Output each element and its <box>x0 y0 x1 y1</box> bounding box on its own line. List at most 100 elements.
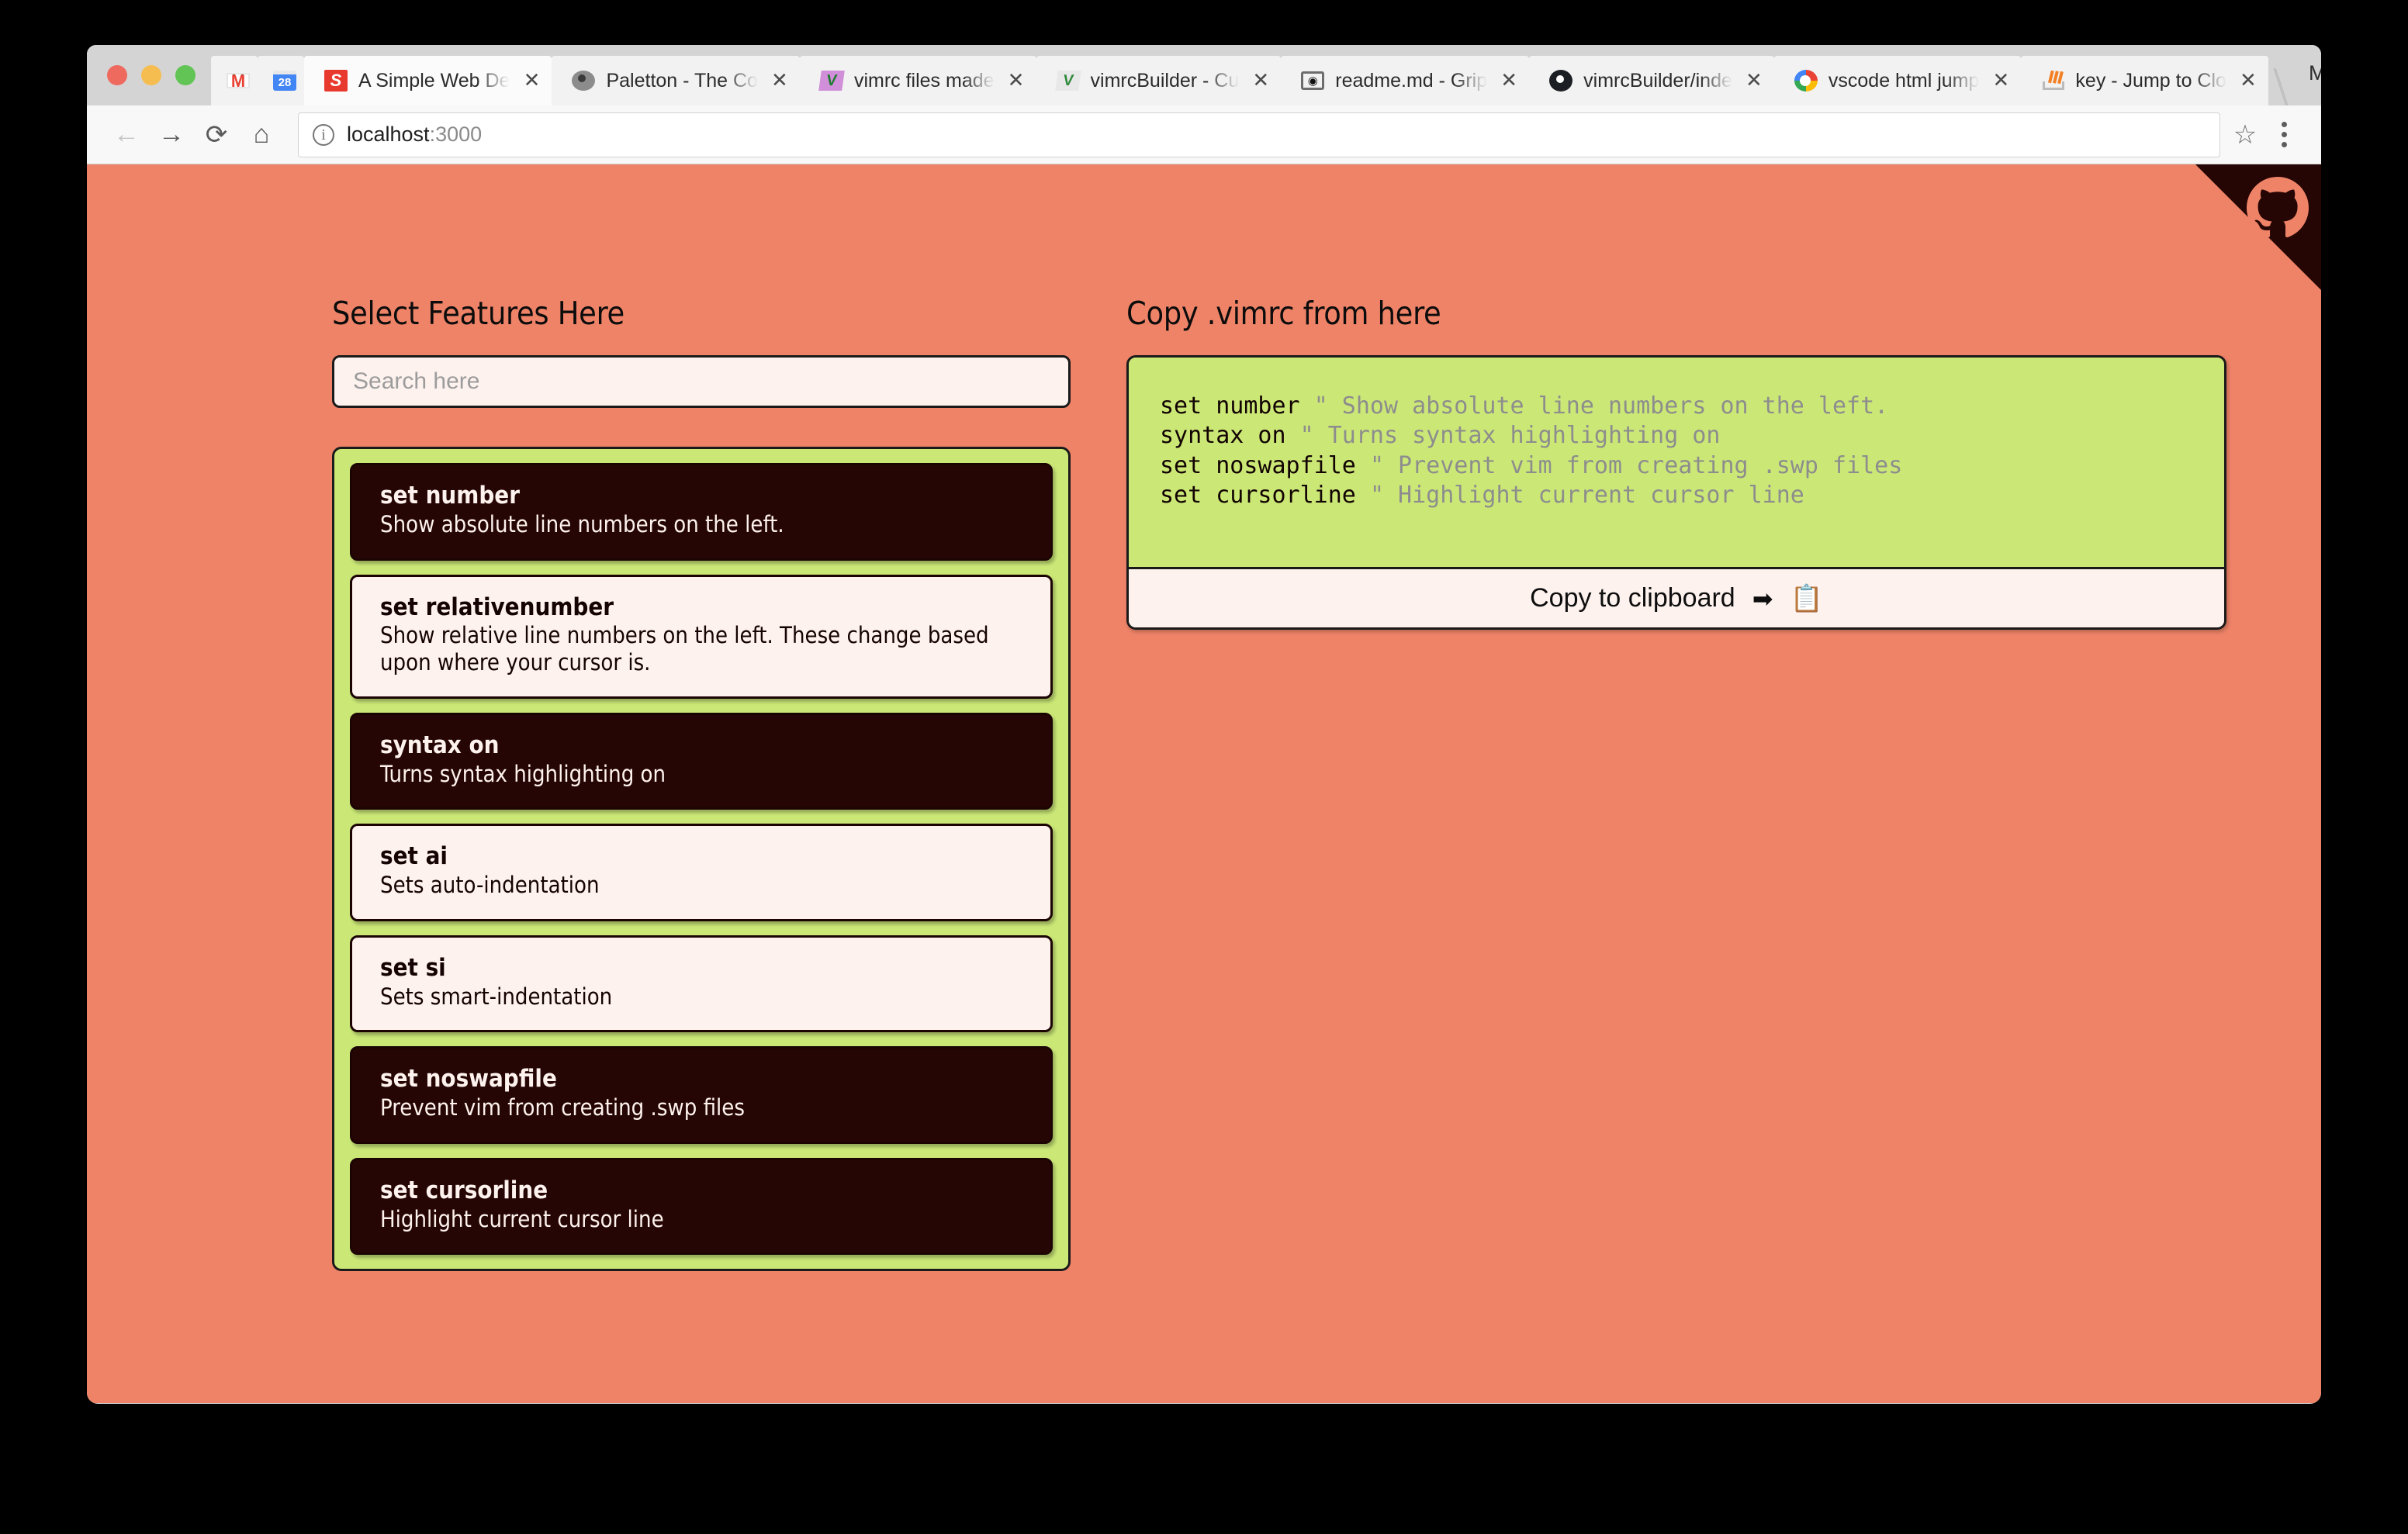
clipboard-icon: 📋 <box>1790 583 1823 613</box>
address-bar[interactable]: i localhost:3000 <box>298 112 2220 157</box>
feature-item[interactable]: set number Show absolute line numbers on … <box>350 463 1053 561</box>
vimrc-command: set noswapfile <box>1160 451 1356 479</box>
minimize-window-button[interactable] <box>141 65 161 85</box>
vimrc-code-output[interactable]: set number " Show absolute line numbers … <box>1129 358 2224 567</box>
grip-icon: ◉ <box>1301 71 1325 90</box>
tab-title: vimrcBuilder/inde <box>1583 69 1732 92</box>
tab-strip: M28SA Simple Web De✕Paletton - The Co✕Vv… <box>87 45 2321 105</box>
browser-tab[interactable]: Vvimrc files made ✕ <box>799 56 1036 105</box>
browser-tab[interactable]: M <box>211 56 258 105</box>
vimrc-comment: " Turns syntax highlighting on <box>1299 422 1721 450</box>
vimrc-line: set cursorline " Highlight current curso… <box>1160 481 2193 510</box>
tab-close-icon[interactable]: ✕ <box>769 70 791 92</box>
feature-item[interactable]: set noswapfile Prevent vim from creating … <box>350 1046 1053 1144</box>
arrow-right-icon: ➡ <box>1752 584 1773 613</box>
window-controls <box>87 45 211 105</box>
tab-title: vimrc files made <box>853 69 995 92</box>
feature-name: set number <box>380 482 520 510</box>
tab-close-icon[interactable]: ✕ <box>1498 70 1520 92</box>
browser-window: M28SA Simple Web De✕Paletton - The Co✕Vv… <box>87 45 2321 1404</box>
github-icon <box>1549 70 1573 92</box>
tab-title: key - Jump to Clo <box>2075 69 2226 92</box>
vim-icon: V <box>818 71 845 91</box>
tab-close-icon[interactable]: ✕ <box>2237 70 2259 92</box>
tab-close-icon[interactable]: ✕ <box>1005 70 1027 92</box>
browser-tab[interactable]: VvimrcBuilder - Cu ✕ <box>1036 56 1282 105</box>
github-corner-link[interactable] <box>2195 164 2321 290</box>
reload-button[interactable]: ⟳ <box>194 112 239 157</box>
feature-name: set si <box>380 953 446 982</box>
tab-title: A Simple Web De <box>358 69 510 92</box>
gmail-icon: M <box>227 73 250 88</box>
tab-title: Paletton - The Co <box>606 69 758 92</box>
feature-description: Sets smart-indentation <box>380 983 613 1010</box>
feature-list: set number Show absolute line numbers on … <box>332 447 1071 1272</box>
tab-title: readme.md - Grip <box>1335 69 1488 92</box>
tab-close-icon[interactable]: ✕ <box>521 70 542 92</box>
tab-title: vscode html jump <box>1828 69 1980 92</box>
vimrc-comment: " Highlight current cursor line <box>1369 482 1804 510</box>
paletton-icon <box>572 71 596 91</box>
tab-close-icon[interactable]: ✕ <box>1990 70 2012 92</box>
bookmark-star-icon[interactable]: ☆ <box>2226 116 2264 154</box>
feature-item[interactable]: syntax on Turns syntax highlighting on <box>350 712 1053 810</box>
browser-tab[interactable]: vscode html jump ✕ <box>1773 56 2022 105</box>
feature-description: Turns syntax highlighting on <box>380 760 666 787</box>
vimrc-comment: " Prevent vim from creating .swp files <box>1369 451 1903 479</box>
tab-close-icon[interactable]: ✕ <box>1743 70 1765 92</box>
site-info-icon[interactable]: i <box>313 123 334 146</box>
feature-name: set cursorline <box>380 1176 548 1204</box>
tab-close-icon[interactable]: ✕ <box>1250 70 1271 92</box>
browser-toolbar: ← → ⟳ ⌂ i localhost:3000 ☆ <box>87 105 2321 164</box>
feature-item[interactable]: set si Sets smart-indentation <box>350 935 1053 1033</box>
browser-tab[interactable]: S A Simple Web De ✕ <box>304 56 552 105</box>
page-body: Select Features Here set numberShow abso… <box>87 164 2321 1403</box>
feature-name: set noswapfile <box>380 1065 557 1093</box>
browser-tab[interactable]: ◉ readme.md - Grip ✕ <box>1281 56 1530 105</box>
url-text: localhost:3000 <box>347 123 483 146</box>
browser-menu-button[interactable] <box>2264 112 2304 157</box>
home-button[interactable]: ⌂ <box>239 112 284 157</box>
browser-tab[interactable]: Paletton - The Co ✕ <box>552 56 800 105</box>
feature-item[interactable]: set cursorline Highlight current cursor l… <box>350 1157 1053 1256</box>
tabs-container: M28SA Simple Web De✕Paletton - The Co✕Vv… <box>211 56 2268 105</box>
new-tab-button[interactable] <box>2273 68 2289 105</box>
copy-vimrc-title: Copy .vimrc from here <box>1126 295 1441 332</box>
feature-description: Highlight current cursor line <box>380 1205 664 1232</box>
vimrc-command: set number <box>1160 392 1300 420</box>
select-features-title: Select Features Here <box>332 295 624 332</box>
forward-button[interactable]: → <box>149 112 194 157</box>
copy-to-clipboard-label: Copy to clipboard <box>1530 583 1735 613</box>
tab-title: vimrcBuilder - Cu <box>1090 69 1240 92</box>
browser-tab[interactable]: key - Jump to Clo ✕ <box>2021 56 2268 105</box>
vimrc-line: set noswapfile " Prevent vim from creati… <box>1160 451 2193 481</box>
github-octocat-icon <box>2247 177 2309 238</box>
google-icon <box>1794 70 1818 92</box>
vimrc-line: set number " Show absolute line numbers … <box>1160 392 2193 421</box>
profile-name-label[interactable]: Main <box>2309 61 2321 90</box>
feature-item[interactable]: set ai Sets auto-indentation <box>350 824 1053 921</box>
maximize-window-button[interactable] <box>175 65 195 85</box>
feature-description: Prevent vim from creating .swp files <box>380 1094 745 1121</box>
calendar-icon: 28 <box>273 71 296 91</box>
browser-tab[interactable]: 28 <box>258 56 304 105</box>
close-window-button[interactable] <box>107 65 127 85</box>
stackoverflow-icon <box>2041 71 2065 91</box>
back-button[interactable]: ← <box>104 112 149 157</box>
main-content: Select Features Here set numberShow abso… <box>87 164 2321 1272</box>
vimrc-panel: set number " Show absolute line numbers … <box>1126 355 2226 630</box>
search-input[interactable] <box>332 355 1071 408</box>
vimrc-command: syntax on <box>1160 422 1286 450</box>
vimrc-command: set cursorline <box>1160 482 1356 510</box>
vimrc-column: Copy .vimrc from here set number " Show … <box>1126 295 2244 1271</box>
feature-description: Show relative line numbers on the left. … <box>380 622 989 676</box>
vim-alt-icon: V <box>1054 71 1081 91</box>
feature-name: set relativenumber <box>380 593 614 621</box>
feature-description: Sets auto-indentation <box>380 872 600 899</box>
vimrc-line: syntax on " Turns syntax highlighting on <box>1160 421 2193 451</box>
feature-name: set ai <box>380 842 448 871</box>
feature-description: Show absolute line numbers on the left. <box>380 510 784 537</box>
feature-item[interactable]: set relativenumber Show relative line num… <box>350 574 1053 699</box>
copy-to-clipboard-button[interactable]: Copy to clipboard ➡ 📋 <box>1129 567 2224 627</box>
browser-tab[interactable]: vimrcBuilder/inde ✕ <box>1529 56 1774 105</box>
